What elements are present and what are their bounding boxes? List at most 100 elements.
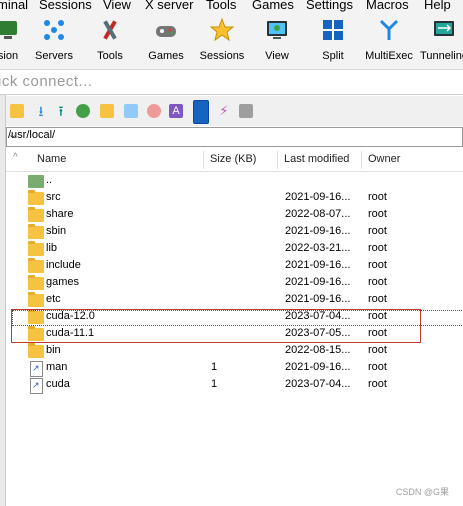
file-name: etc <box>46 293 61 305</box>
new-folder-icon[interactable] <box>100 104 114 118</box>
file-name: share <box>46 208 74 220</box>
column-modified[interactable]: Last modified <box>284 153 349 165</box>
chevron-down-icon[interactable]: ⌄ <box>8 128 459 141</box>
menu-sessions[interactable]: Sessions <box>39 0 92 12</box>
toolbar-label: Servers <box>35 50 73 62</box>
menu-x-server[interactable]: X server <box>145 0 193 12</box>
file-owner: root <box>368 208 387 220</box>
file-modified: 2022-08-15... <box>285 344 351 356</box>
file-modified: 2021-09-16... <box>285 276 351 288</box>
folder-up-icon[interactable] <box>10 104 24 118</box>
file-row[interactable]: lib 2022-03-21... root <box>6 241 463 258</box>
file-name: bin <box>46 344 61 356</box>
new-file-icon[interactable] <box>124 104 138 118</box>
folder-icon <box>28 190 44 205</box>
refresh-icon[interactable] <box>76 104 90 118</box>
file-row[interactable]: etc 2021-09-16... root <box>6 292 463 309</box>
column-name[interactable]: Name <box>37 153 66 165</box>
toolbar-label: Games <box>148 50 184 62</box>
file-name: .. <box>46 174 53 186</box>
file-owner: root <box>368 225 387 237</box>
file-size: 1 <box>211 361 218 373</box>
text-edit-icon[interactable]: A <box>169 104 183 118</box>
toolbar-sessions-button[interactable]: Sessions <box>192 17 252 62</box>
delete-icon[interactable] <box>147 104 161 118</box>
toolbar-split-button[interactable]: Split <box>303 17 363 62</box>
file-name: include <box>46 259 81 271</box>
file-row[interactable]: cuda 1 2023-07-04... root <box>6 377 463 394</box>
split-icon <box>320 17 346 43</box>
file-modified: 2021-09-16... <box>285 293 351 305</box>
sort-arrow-icon: ^ <box>13 152 18 163</box>
session-icon <box>0 17 21 43</box>
file-row[interactable]: games 2021-09-16... root <box>6 275 463 292</box>
upload-icon[interactable]: ⭱ <box>54 104 68 118</box>
folder-icon <box>28 224 44 239</box>
file-name: games <box>46 276 80 288</box>
column-size[interactable]: Size (KB) <box>210 153 256 165</box>
file-name: lib <box>46 242 58 254</box>
toolbar-label: Tools <box>97 50 123 62</box>
file-owner: root <box>368 191 387 203</box>
terminal-follow-icon[interactable] <box>193 100 209 124</box>
file-row[interactable]: src 2021-09-16... root <box>6 190 463 207</box>
menu-macros[interactable]: Macros <box>366 0 409 12</box>
file-modified: 2021-09-16... <box>285 259 351 271</box>
multiexec-icon <box>376 17 402 43</box>
column-owner[interactable]: Owner <box>368 153 400 165</box>
menu-games[interactable]: Games <box>252 0 294 12</box>
tools-icon <box>97 17 123 43</box>
settings-panel-icon[interactable] <box>239 104 253 118</box>
folder-icon <box>28 207 44 222</box>
symlink-icon <box>30 361 43 377</box>
file-name: man <box>46 361 68 373</box>
toolbar-label: Tunneling <box>420 50 463 62</box>
path-input[interactable]: /usr/local/ ⌄ <box>6 127 463 147</box>
tunneling-icon <box>431 17 457 43</box>
menu-settings[interactable]: Settings <box>306 0 353 12</box>
file-owner: root <box>368 361 387 373</box>
file-row[interactable]: bin 2022-08-15... root <box>6 343 463 360</box>
view-icon <box>264 17 290 43</box>
file-row[interactable]: include 2021-09-16... root <box>6 258 463 275</box>
file-row[interactable]: man 1 2021-09-16... root <box>6 360 463 377</box>
file-modified: 2021-09-16... <box>285 191 351 203</box>
file-modified: 2021-09-16... <box>285 225 351 237</box>
file-owner: root <box>368 293 387 305</box>
quick-connect-bar[interactable]: ick connect... <box>0 70 463 95</box>
file-modified: 2023-07-04... <box>285 378 351 390</box>
toolbar-label: MultiExec <box>365 50 413 62</box>
file-owner: root <box>368 242 387 254</box>
sessions-star-icon <box>209 17 235 43</box>
file-modified: 2021-09-16... <box>285 361 351 373</box>
symlink-icon <box>30 378 43 394</box>
toolbar-tunneling-button[interactable]: Tunneling <box>414 17 463 62</box>
toolbar-label: Sessions <box>199 50 245 62</box>
sftp-toolbar: ⭳ ⭱ A ⚡ <box>6 96 463 126</box>
menu-help[interactable]: Help <box>424 0 451 12</box>
toolbar-servers-button[interactable]: Servers <box>24 17 84 62</box>
file-row[interactable]: .. <box>6 173 463 190</box>
toolbar-view-button[interactable]: View <box>247 17 307 62</box>
download-icon[interactable]: ⭳ <box>34 104 48 118</box>
toolbar-games-button[interactable]: Games <box>136 17 196 62</box>
file-row[interactable]: sbin 2021-09-16... root <box>6 224 463 241</box>
magic-wand-icon[interactable]: ⚡ <box>217 104 231 118</box>
file-owner: root <box>368 344 387 356</box>
folder-icon <box>28 343 44 358</box>
toolbar-multiexec-button[interactable]: MultiExec <box>359 17 419 62</box>
file-modified: 2022-03-21... <box>285 242 351 254</box>
parent-folder-icon <box>28 175 44 188</box>
file-name: sbin <box>46 225 67 237</box>
file-modified: 2022-08-07... <box>285 208 351 220</box>
file-size: 1 <box>211 378 218 390</box>
file-name: cuda <box>46 378 70 390</box>
menu-view[interactable]: View <box>103 0 131 12</box>
toolbar-tools-button[interactable]: Tools <box>80 17 140 62</box>
games-icon <box>153 17 179 43</box>
menu-tools[interactable]: Tools <box>206 0 236 12</box>
file-row[interactable]: share 2022-08-07... root <box>6 207 463 224</box>
folder-icon <box>28 241 44 256</box>
annotation-highlight-box <box>11 309 421 343</box>
menu-terminal[interactable]: minal <box>0 0 28 12</box>
